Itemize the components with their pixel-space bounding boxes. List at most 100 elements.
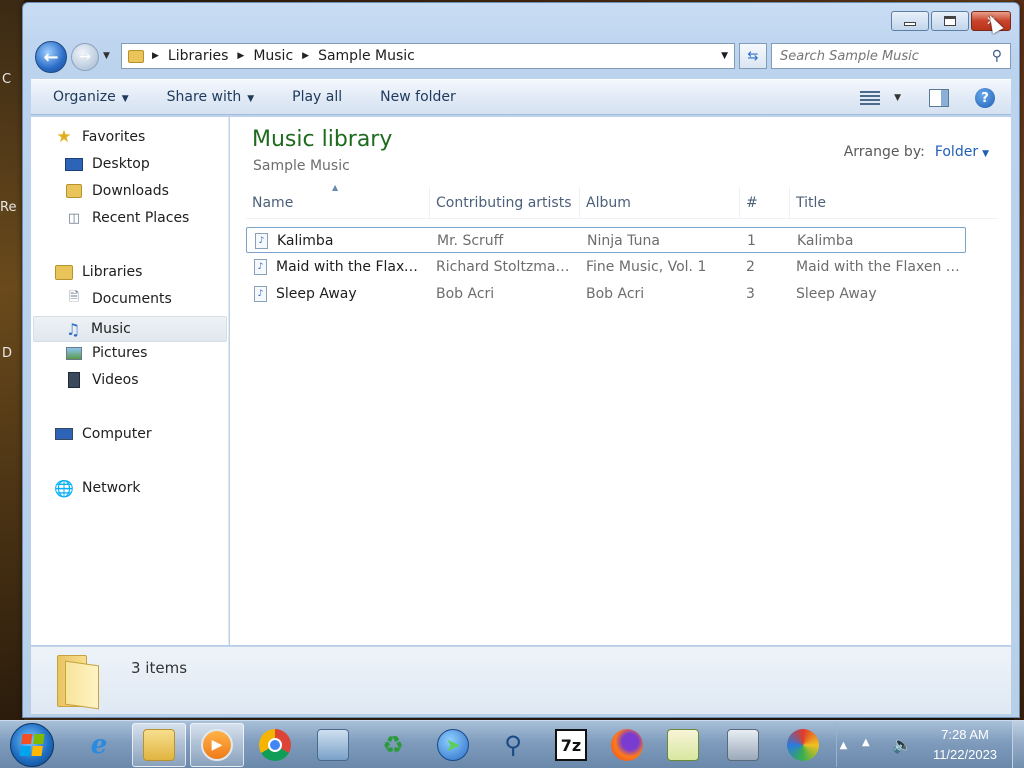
taskbar-network-globe[interactable]: ➤: [426, 723, 480, 767]
nav-item-documents[interactable]: 🗎 Documents: [65, 290, 172, 307]
search-box[interactable]: ⚲: [771, 43, 1011, 69]
nav-network-label: Network: [82, 480, 141, 496]
search-icon[interactable]: ⚲: [992, 48, 1002, 64]
arrange-by: Arrange by: Folder ▼: [844, 144, 989, 160]
fax-printer-icon: [727, 729, 759, 761]
view-options-dropdown-icon[interactable]: ▼: [894, 93, 901, 103]
change-view-icon[interactable]: [860, 91, 881, 105]
taskbar-notepad[interactable]: [656, 723, 710, 767]
nav-item-downloads[interactable]: Downloads: [65, 183, 169, 199]
nav-computer-label: Computer: [82, 426, 152, 442]
recent-pages-dropdown-icon[interactable]: ▼: [103, 51, 110, 61]
breadcrumb-music[interactable]: Music: [253, 48, 293, 64]
nav-item-label: Documents: [92, 291, 172, 307]
column-headers: ▲ Name Contributing artists Album # Titl…: [246, 183, 998, 219]
nav-item-music[interactable]: ♫ Music: [33, 316, 227, 342]
column-header-name[interactable]: ▲ Name: [246, 183, 430, 219]
breadcrumb-sample-music[interactable]: Sample Music: [318, 48, 415, 64]
file-track-number: 3: [746, 286, 755, 302]
nav-item-desktop[interactable]: Desktop: [65, 156, 150, 172]
desktop-icon-label-fragment: Re: [0, 200, 17, 215]
nav-computer[interactable]: Computer: [55, 426, 152, 442]
nav-favorites[interactable]: ★ Favorites: [55, 127, 145, 147]
nav-item-label: Pictures: [92, 345, 148, 361]
taskbar-server-manager[interactable]: [306, 723, 360, 767]
taskbar-recycle-tools[interactable]: ♻: [366, 723, 420, 767]
network-globe-icon: 🌐: [54, 478, 74, 498]
desktop-icon-label-fragment: C: [2, 72, 12, 87]
arrange-by-dropdown[interactable]: Folder: [935, 144, 978, 160]
forward-button[interactable]: →: [71, 43, 99, 71]
taskbar: e ▶ ♻ ➤ ⚲ 7z ▲ ▲ 🔈 7:28 AM 11/22/2023: [0, 720, 1024, 768]
show-hidden-icons-icon[interactable]: ▲: [862, 737, 870, 748]
table-row[interactable]: ♪ Kalimba Mr. Scruff Ninja Tuna 1 Kalimb…: [246, 227, 966, 253]
nav-item-recent-places[interactable]: ◫ Recent Places: [65, 210, 190, 226]
speaker-muted-icon[interactable]: 🔈: [892, 735, 912, 754]
windows-logo-icon: [19, 734, 45, 756]
chevron-right-icon[interactable]: ▶: [152, 51, 159, 61]
item-count: 3 items: [131, 659, 188, 677]
taskbar-media-player[interactable]: ▶: [190, 723, 244, 767]
new-folder-button[interactable]: New folder: [358, 89, 472, 105]
start-button[interactable]: [10, 723, 54, 767]
nav-network[interactable]: 🌐 Network: [54, 478, 141, 498]
share-with-label: Share with: [166, 89, 242, 105]
address-bar[interactable]: ▶ Libraries ▶ Music ▶ Sample Music ▼: [121, 43, 735, 69]
library-subtitle: Sample Music: [253, 158, 350, 174]
column-header-album[interactable]: Album: [580, 187, 740, 219]
taskbar-internet-explorer[interactable]: e: [72, 723, 126, 767]
taskbar-magnifier[interactable]: ⚲: [486, 723, 540, 767]
documents-icon: 🗎: [68, 290, 80, 305]
nav-item-pictures[interactable]: Pictures: [65, 345, 147, 361]
column-header-label: #: [746, 195, 758, 211]
taskbar-fax-printer[interactable]: [716, 723, 770, 767]
music-file-icon: ♪: [254, 286, 267, 302]
file-title: Maid with the Flaxen H...: [796, 259, 964, 275]
preview-pane-icon[interactable]: [929, 89, 949, 107]
file-title: Sleep Away: [796, 286, 877, 302]
taskbar-7zip[interactable]: 7z: [544, 723, 598, 767]
taskbar-paint[interactable]: [776, 723, 830, 767]
music-icon: ♫: [65, 319, 81, 339]
notepad-icon: [667, 729, 699, 761]
refresh-button[interactable]: ⇆: [739, 43, 767, 69]
taskbar-chrome[interactable]: [248, 723, 302, 767]
column-header-track-number[interactable]: #: [740, 187, 790, 219]
minimize-icon: [904, 22, 916, 26]
nav-libraries[interactable]: Libraries: [55, 264, 142, 280]
search-input[interactable]: [780, 48, 980, 64]
chevron-right-icon[interactable]: ▶: [302, 51, 309, 61]
table-row[interactable]: ♪ Maid with the Flaxe... Richard Stoltzm…: [246, 254, 966, 280]
maximize-button[interactable]: [931, 11, 969, 31]
explorer-window: ✕ ← → ▼ ▶ Libraries ▶ Music ▶ Sample Mus…: [22, 2, 1020, 718]
file-album: Bob Acri: [586, 286, 645, 302]
taskbar-scroll-button[interactable]: ▲: [836, 723, 850, 767]
file-track-number: 2: [746, 259, 755, 275]
table-row[interactable]: ♪ Sleep Away Bob Acri Bob Acri 3 Sleep A…: [246, 281, 966, 307]
play-all-button[interactable]: Play all: [270, 89, 358, 105]
clock-time: 7:28 AM: [941, 727, 989, 742]
nav-item-videos[interactable]: Videos: [65, 372, 139, 388]
back-button[interactable]: ←: [35, 41, 67, 73]
chevron-right-icon[interactable]: ▶: [237, 51, 244, 61]
help-icon[interactable]: ?: [975, 88, 995, 108]
file-title: Kalimba: [797, 233, 854, 249]
address-dropdown-icon[interactable]: ▼: [721, 51, 728, 61]
details-pane: 3 items: [31, 646, 1011, 714]
minimize-button[interactable]: [891, 11, 929, 31]
system-clock[interactable]: 7:28 AM 11/22/2023: [920, 725, 1010, 765]
back-arrow-icon: ←: [43, 46, 59, 68]
taskbar-firefox[interactable]: [600, 723, 654, 767]
chevron-down-icon[interactable]: ▼: [982, 149, 989, 159]
libraries-icon: [55, 264, 73, 280]
taskbar-file-explorer[interactable]: [132, 723, 186, 767]
file-name: Maid with the Flaxe...: [276, 259, 424, 275]
share-with-button[interactable]: Share with ▼: [145, 89, 270, 105]
column-header-title[interactable]: Title: [790, 187, 970, 219]
column-header-artists[interactable]: Contributing artists: [430, 187, 580, 219]
organize-button[interactable]: Organize ▼: [31, 89, 145, 105]
navigation-pane: ★ Favorites Desktop Downloads ◫ Recent P…: [31, 117, 229, 645]
show-desktop-button[interactable]: [1012, 721, 1024, 768]
downloads-folder-icon: [65, 183, 83, 199]
breadcrumb-libraries[interactable]: Libraries: [168, 48, 228, 64]
